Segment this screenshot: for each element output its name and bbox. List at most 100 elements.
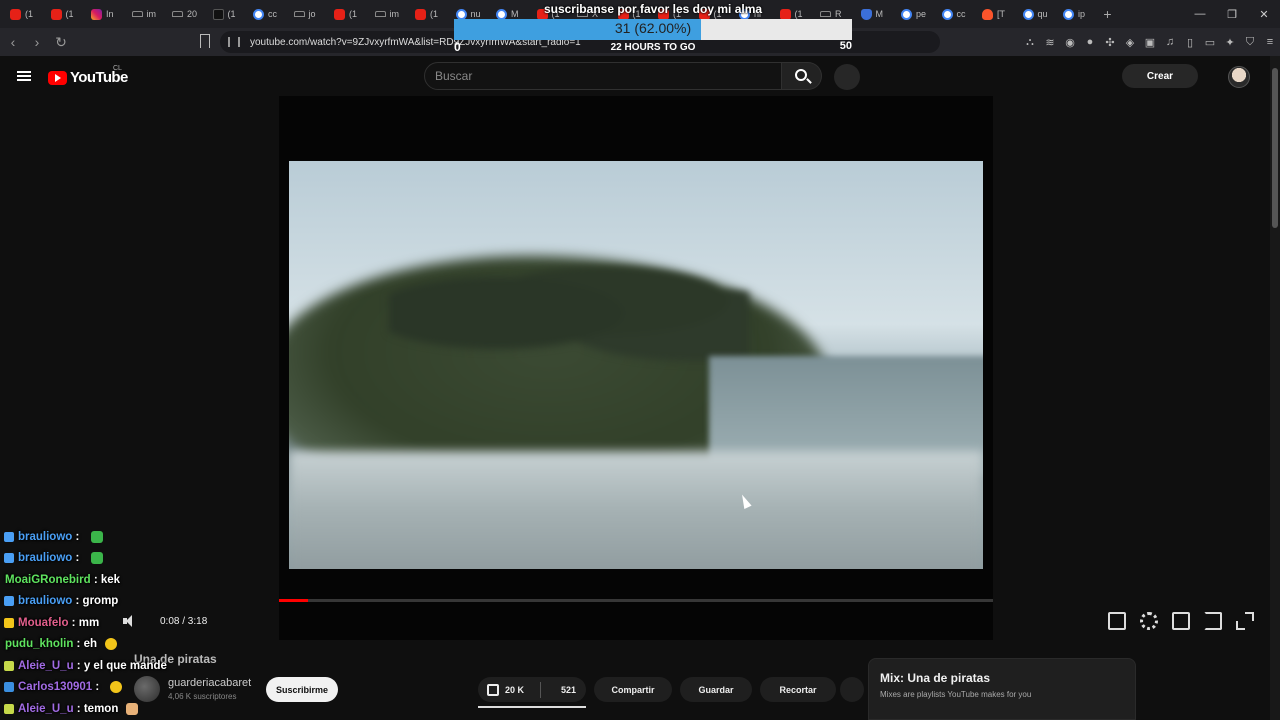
close-icon[interactable]: ✕ bbox=[1248, 8, 1280, 21]
avatar[interactable] bbox=[1228, 66, 1250, 88]
extension-icon[interactable]: ▣ bbox=[1140, 28, 1160, 56]
extension-icon[interactable]: ● bbox=[1080, 28, 1100, 56]
translate-icon[interactable]: ⛬ bbox=[1020, 28, 1040, 56]
new-tab-icon[interactable]: + bbox=[1098, 6, 1118, 22]
browser-tab[interactable]: im bbox=[369, 0, 410, 28]
page-scrollbar[interactable] bbox=[1270, 56, 1280, 720]
ai-icon[interactable]: ✦ bbox=[1220, 28, 1240, 56]
like-count[interactable]: 20 K bbox=[505, 685, 524, 695]
chat-username: Mouafelo bbox=[18, 616, 69, 629]
browser-tab[interactable]: im bbox=[126, 0, 167, 28]
youtube-logo[interactable]: YouTube CL bbox=[48, 65, 128, 86]
minimize-icon[interactable]: — bbox=[1184, 8, 1216, 20]
like-icon[interactable] bbox=[487, 683, 499, 696]
chat-text: y el que mande bbox=[83, 659, 167, 672]
vpn-icon[interactable]: ⛉ bbox=[1240, 28, 1260, 56]
chat-separator: : bbox=[68, 616, 79, 629]
voice-search-button[interactable] bbox=[834, 64, 860, 90]
browser-tab[interactable]: (1 bbox=[4, 0, 45, 28]
chat-separator: : bbox=[72, 552, 83, 565]
browser-tab-label: pe bbox=[916, 9, 927, 19]
chat-emote-icon bbox=[90, 552, 103, 565]
save-button[interactable]: Guardar bbox=[680, 677, 752, 702]
browser-tab[interactable]: ip bbox=[1057, 0, 1098, 28]
chat-badge-icon bbox=[4, 660, 14, 671]
youtube-header: YouTube CL Buscar Crear bbox=[0, 56, 1280, 96]
browser-tab-label: In bbox=[106, 9, 114, 19]
browser-tab[interactable]: cc bbox=[247, 0, 288, 28]
browser-tab[interactable]: M bbox=[855, 0, 896, 28]
chat-username: Aleie_U_u bbox=[18, 659, 74, 672]
chat-text: kek bbox=[100, 573, 121, 586]
browser-tab[interactable]: qu bbox=[1017, 0, 1058, 28]
chat-separator: : bbox=[92, 681, 103, 694]
search-button[interactable] bbox=[782, 62, 822, 90]
like-underline bbox=[478, 706, 586, 708]
cast-icon[interactable] bbox=[1204, 612, 1222, 630]
settings-icon[interactable] bbox=[1140, 612, 1158, 630]
browser-tab[interactable]: (1 bbox=[409, 0, 450, 28]
chat-badge-icon bbox=[4, 682, 14, 693]
chat-message: brauliowo : bbox=[0, 526, 310, 548]
video-frame[interactable] bbox=[289, 161, 983, 569]
forward-icon[interactable]: › bbox=[26, 34, 48, 50]
back-icon[interactable]: ‹ bbox=[2, 34, 24, 50]
chat-separator: : bbox=[90, 573, 101, 586]
mix-playlist-panel[interactable]: Mix: Una de piratas Mixes are playlists … bbox=[868, 658, 1136, 720]
browser-tab[interactable]: (1 bbox=[207, 0, 248, 28]
browser-tab[interactable]: In bbox=[85, 0, 126, 28]
share-button[interactable]: Compartir bbox=[594, 677, 672, 702]
wallet-icon[interactable]: ▭ bbox=[1200, 28, 1220, 56]
browser-tab-label: im bbox=[389, 9, 400, 19]
like-divider bbox=[540, 681, 542, 698]
restore-icon[interactable]: ❐ bbox=[1216, 8, 1248, 21]
bookmark-icon[interactable] bbox=[200, 34, 210, 48]
menu-icon[interactable] bbox=[17, 71, 31, 81]
chat-badge-icon bbox=[4, 596, 14, 607]
browser-tab[interactable]: [T bbox=[976, 0, 1017, 28]
radio-icon[interactable]: ≋ bbox=[1040, 28, 1060, 56]
search-input[interactable]: Buscar bbox=[424, 62, 782, 90]
screen: (1 (1 In im 20 (1 cc jo (1 im (1 nu M (1 X (1 (1 (1 hi (1 R M… bbox=[0, 0, 1280, 720]
browser-tab[interactable]: (1 bbox=[328, 0, 369, 28]
subtitles-icon[interactable] bbox=[1108, 612, 1126, 630]
music-icon[interactable]: ♫ bbox=[1160, 28, 1180, 56]
player-progress-bar[interactable] bbox=[279, 599, 993, 602]
browser-tab[interactable]: jo bbox=[288, 0, 329, 28]
menu-icon[interactable]: ≡ bbox=[1260, 28, 1280, 56]
video-player[interactable] bbox=[279, 96, 993, 640]
chat-separator: : bbox=[72, 595, 83, 608]
scrollbar-thumb[interactable] bbox=[1272, 68, 1278, 228]
subscriber-goal-overlay: suscribanse por favor les doy mi alma 31… bbox=[454, 0, 852, 58]
site-settings-icon[interactable] bbox=[228, 37, 240, 47]
browser-tab[interactable]: pe bbox=[895, 0, 936, 28]
chat-separator: : bbox=[73, 638, 84, 651]
create-button[interactable]: Crear bbox=[1122, 64, 1198, 88]
browser-tab[interactable]: 20 bbox=[166, 0, 207, 28]
more-actions-button[interactable] bbox=[840, 677, 864, 702]
comment-count[interactable]: 521 bbox=[561, 685, 576, 695]
chat-text: temon bbox=[83, 702, 119, 715]
shield-icon bbox=[860, 8, 872, 20]
chat-message: brauliowo : gromp bbox=[0, 591, 310, 613]
miniplayer-icon[interactable] bbox=[1172, 612, 1190, 630]
browser-tab-label: (1 bbox=[65, 9, 74, 19]
browser-tab-label: [T bbox=[997, 9, 1005, 19]
chat-username: MoaiGRonebird bbox=[5, 573, 91, 586]
puzzle-icon[interactable]: ✣ bbox=[1100, 28, 1120, 56]
extension-icon[interactable]: ◉ bbox=[1060, 28, 1080, 56]
brave-icon bbox=[982, 8, 993, 20]
chat-message: brauliowo : bbox=[0, 548, 310, 570]
video-surf bbox=[289, 451, 983, 569]
document-icon bbox=[293, 11, 305, 17]
browser-tab-label: (1 bbox=[227, 9, 236, 19]
extension-icon[interactable]: ◈ bbox=[1120, 28, 1140, 56]
sidebar-icon[interactable]: ▯ bbox=[1180, 28, 1200, 56]
browser-tab[interactable]: (1 bbox=[45, 0, 86, 28]
browser-tab[interactable]: cc bbox=[936, 0, 977, 28]
tiktok-icon bbox=[212, 8, 224, 20]
chat-username: brauliowo bbox=[18, 595, 73, 608]
fullscreen-icon[interactable] bbox=[1236, 612, 1254, 630]
clip-button[interactable]: Recortar bbox=[760, 677, 836, 702]
reload-icon[interactable]: ↻ bbox=[50, 34, 72, 51]
